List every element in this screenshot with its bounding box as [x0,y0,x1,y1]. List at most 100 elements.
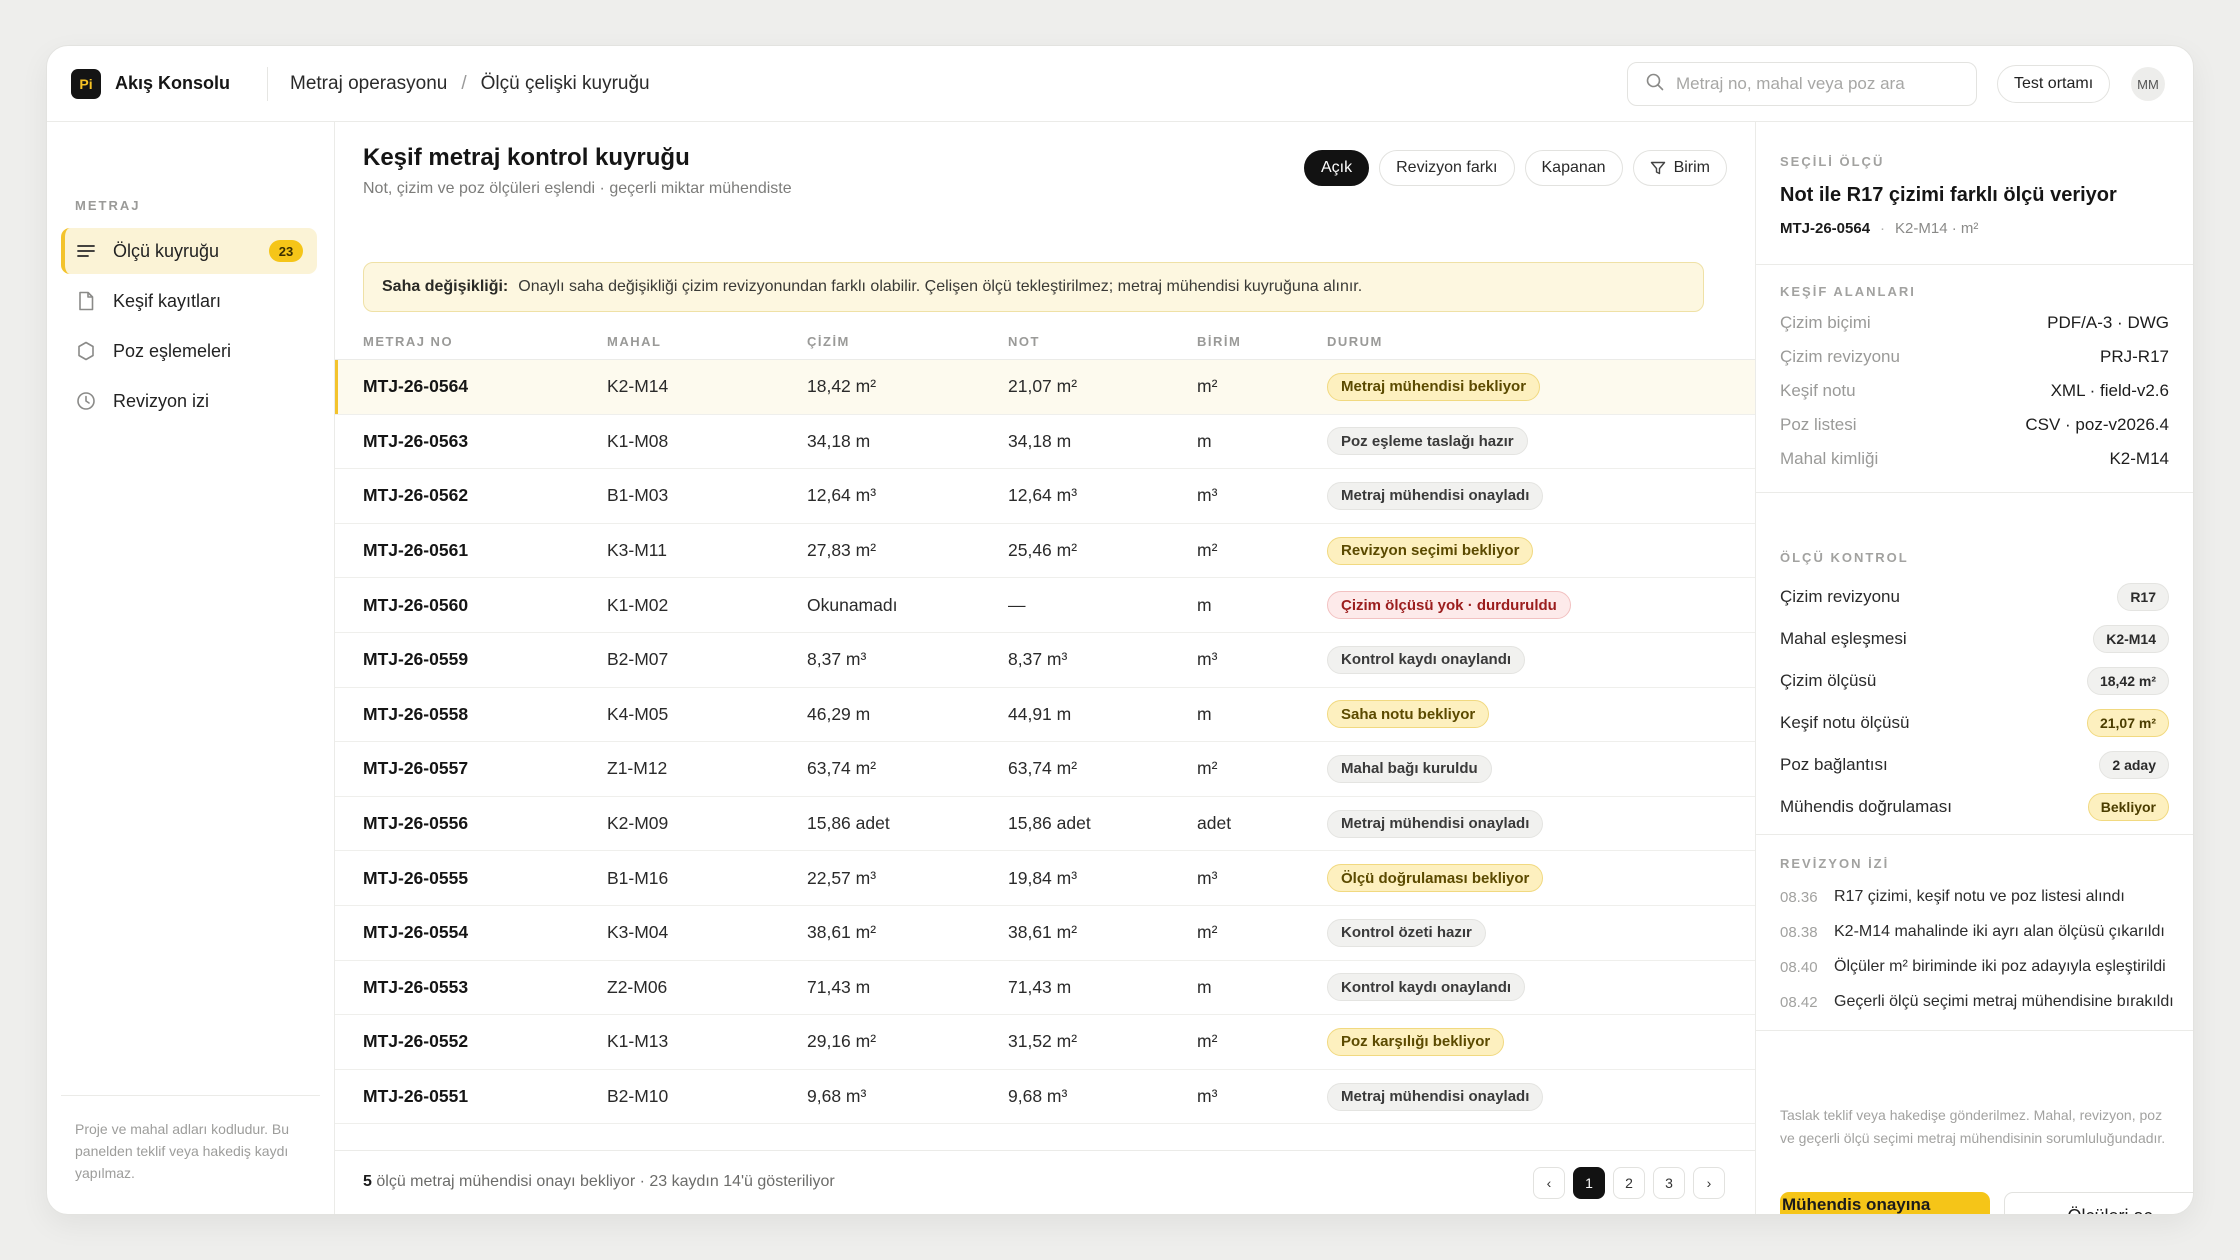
table-row[interactable]: MTJ-26-0555 B1-M16 22,57 m³ 19,84 m³ m³ Ölçü … [335,851,1755,906]
status-badge: Mahal bağı kuruldu [1327,754,1492,783]
cell-not: 19,84 m³ [1008,867,1078,888]
filter-acik[interactable]: Açık [1304,150,1370,186]
open-measurements-button[interactable]: Ölçüleri aç [2004,1192,2193,1214]
sidebar-item-kesif-kayitlari[interactable]: Keşif kayıtları [61,278,317,324]
cell-metraj-no: MTJ-26-0560 [363,594,469,615]
status-badge: Saha notu bekliyor [1327,700,1490,729]
breadcrumb-item-metraj[interactable]: Metraj operasyonu [290,73,447,95]
alert-label: Saha değişikliği: [382,278,509,295]
table-row[interactable]: MTJ-26-0552 K1-M13 29,16 m² 31,52 m² m² Poz k… [335,1015,1755,1070]
cell-durum: Metraj mühendisi onayladı [1327,1070,1544,1124]
panel-note: Taslak teklif veya hakedişe gönderilmez.… [1780,1107,2166,1146]
sidebar-item-poz-eslemeleri[interactable]: Poz eşlemeleri [61,328,317,374]
column-header-mahal[interactable]: MAHAL [607,334,661,349]
filter-kapanan[interactable]: Kapanan [1524,150,1623,186]
table-row[interactable]: MTJ-26-0558 K4-M05 46,29 m 44,91 m m Saha not… [335,688,1755,743]
sidebar-item-revizyon-izi[interactable]: Revizyon izi [61,378,317,424]
column-header-metraj-no[interactable]: METRAJ NO [363,334,453,349]
table-row[interactable]: MTJ-26-0554 K3-M04 38,61 m² 38,61 m² m² Kontr… [335,906,1755,961]
list-icon [75,240,97,262]
next-page-button[interactable]: › [1693,1167,1725,1199]
cell-mahal: B2-M10 [607,1086,669,1107]
filter-revizyon-farki[interactable]: Revizyon farkı [1379,150,1515,186]
cell-metraj-no: MTJ-26-0551 [363,1086,469,1107]
cell-birim: m² [1197,1031,1218,1052]
cell-mahal: K1-M13 [607,1031,669,1052]
column-header-not[interactable]: NOT [1008,334,1040,349]
page-button-3[interactable]: 3 [1653,1167,1685,1199]
alert-banner: Saha değişikliği: Onaylı saha değişikliğ… [363,262,1704,312]
table-row[interactable]: MTJ-26-0556 K2-M09 15,86 adet 15,86 adet ade… [335,797,1755,852]
cell-birim: m [1197,594,1212,615]
check-row: Mühendis doğrulaması Bekliyor [1780,786,2169,828]
check-value-badge: R17 [2117,583,2169,611]
fields-heading: KEŞİF ALANLARI [1780,284,1916,299]
cell-durum: Çizim ölçüsü yok · durduruldu [1327,578,1571,632]
check-label: Mühendis doğrulaması [1780,797,1952,816]
table-row[interactable]: MTJ-26-0560 K1-M02 Okunamadı — m Çizim ölçüsü… [335,578,1755,633]
column-header-cizim[interactable]: ÇİZİM [807,334,850,349]
search-box[interactable] [1627,62,1977,106]
cell-mahal: K2-M09 [607,813,669,834]
prev-page-button[interactable]: ‹ [1533,1167,1565,1199]
check-label: Çizim ölçüsü [1780,671,1877,690]
cell-durum: Kontrol özeti hazır [1327,906,1486,960]
cell-cizim: 18,42 m² [807,376,877,397]
page-title: Keşif metraj kontrol kuyruğu [363,144,690,171]
cell-cizim: 29,16 m² [807,1031,877,1052]
cell-not: 15,86 adet [1008,813,1091,834]
environment-button[interactable]: Test ortamı [1997,65,2111,103]
cell-metraj-no: MTJ-26-0561 [363,540,469,561]
breadcrumb-item-current: Ölçü çelişki kuyruğu [480,72,650,94]
history-item: 08.42 Geçerli ölçü seçimi metraj mühendis… [1780,985,2175,1019]
cell-mahal: K1-M08 [607,430,669,451]
cell-cizim: 8,37 m³ [807,649,867,670]
cell-mahal: K1-M02 [607,594,669,615]
table-row[interactable]: MTJ-26-0557 Z1-M12 63,74 m² 63,74 m² m² Mahal… [335,742,1755,797]
cell-birim: m [1197,430,1212,451]
cell-birim: m² [1197,376,1218,397]
panel-eyebrow: SEÇİLİ ÖLÇÜ [1780,154,1885,169]
table-row[interactable]: MTJ-26-0564 K2-M14 18,42 m² 21,07 m² m² Metra… [335,360,1755,415]
cell-cizim: 46,29 m [807,703,871,724]
panel-record-meta: K2-M14 · m² [1895,220,1979,237]
field-value: PRJ-R17 [2100,347,2169,366]
brand[interactable]: Pi Akış Konsolu [47,46,247,121]
check-value-badge: 2 aday [2099,751,2169,779]
cell-mahal: K4-M05 [607,703,669,724]
avatar[interactable]: MM [2131,67,2165,101]
cell-durum: Kontrol kaydı onaylandı [1327,633,1526,687]
history-heading: REVİZYON İZİ [1780,856,1890,871]
column-header-durum[interactable]: DURUM [1327,334,1383,349]
table-row[interactable]: MTJ-26-0562 B1-M03 12,64 m³ 12,64 m³ m³ Metra… [335,469,1755,524]
filter-birim[interactable]: Birim [1632,150,1727,186]
cell-durum: Mahal bağı kuruldu [1327,742,1492,796]
page-button-2[interactable]: 2 [1613,1167,1645,1199]
search-input[interactable] [1676,74,1966,94]
sidebar-item-label: Revizyon izi [113,390,210,411]
history-time: 08.42 [1780,993,1818,1011]
table-row[interactable]: MTJ-26-0551 B2-M10 9,68 m³ 9,68 m³ m³ Metraj … [335,1070,1755,1125]
sidebar-item-olcu-kuyrugu[interactable]: Ölçü kuyruğu 23 [61,228,317,274]
table-header: METRAJ NO MAHAL ÇİZİM NOT BİRİM DURUM [335,324,1755,360]
send-to-engineer-button[interactable]: Mühendis onayına gönder [1780,1192,1990,1214]
table-row[interactable]: MTJ-26-0561 K3-M11 27,83 m² 25,46 m² m² Reviz… [335,524,1755,579]
page-button-1[interactable]: 1 [1573,1167,1605,1199]
panel-record-id: MTJ-26-0564 [1780,220,1871,237]
table-row[interactable]: MTJ-26-0553 Z2-M06 71,43 m 71,43 m m Kontrol … [335,961,1755,1016]
panel-meta: MTJ-26-0564 · K2-M14 · m² [1780,220,1978,237]
history-text: K2-M14 mahalinde iki ayrı alan ölçüsü çı… [1834,923,2165,940]
cell-cizim: 9,68 m³ [807,1086,867,1107]
column-header-birim[interactable]: BİRİM [1197,334,1241,349]
table-row[interactable]: MTJ-26-0563 K1-M08 34,18 m 34,18 m m Poz eşle… [335,415,1755,470]
history-time: 08.36 [1780,888,1818,906]
cell-not: 71,43 m [1008,976,1072,997]
divider [1756,264,2193,265]
cell-cizim: 38,61 m² [807,922,877,943]
cell-not: 44,91 m [1008,703,1072,724]
table-row[interactable]: MTJ-26-0559 B2-M07 8,37 m³ 8,37 m³ m³ Kontrol… [335,633,1755,688]
field-row: Çizim biçimi PDF/A-3 · DWG [1780,306,2169,340]
field-row: Poz listesi CSV · poz-v2026.4 [1780,408,2169,442]
cell-not: 12,64 m³ [1008,485,1078,506]
footer-text: ölçü metraj mühendisi onayı bekliyor · 2… [376,1173,835,1190]
